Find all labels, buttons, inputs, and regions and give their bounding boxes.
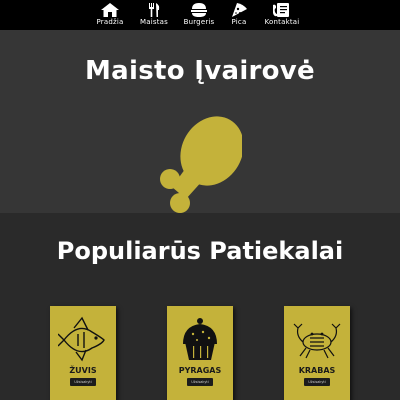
nav-item-pradzia[interactable]: Pradžia — [90, 3, 130, 29]
order-button[interactable]: Užsisakyti — [70, 378, 96, 386]
nav-item-burgeris[interactable]: Burgeris — [179, 3, 219, 29]
crab-icon — [293, 323, 341, 359]
nav-label: Maistas — [139, 18, 168, 26]
nav-label: Burgeris — [183, 18, 215, 26]
dish-card-pyragas: PYRAGAS Užsisakyti — [167, 306, 233, 400]
popular-section: Populiarūs Patiekalai ŽUVIS Užsisakyti P… — [0, 213, 400, 400]
pizza-icon — [232, 3, 247, 17]
top-navbar: Pradžia Maistas Burgeris Pica Kontaktai — [0, 0, 400, 30]
nav-item-maistas[interactable]: Maistas — [134, 3, 174, 29]
contact-icon — [273, 3, 289, 17]
hero-title: Maisto Įvairovė — [85, 56, 315, 86]
order-button[interactable]: Užsisakyti — [304, 378, 330, 386]
nav-item-pica[interactable]: Pica — [219, 3, 259, 29]
burger-icon — [191, 3, 207, 17]
nav-label: Pica — [231, 18, 247, 26]
order-button[interactable]: Užsisakyti — [187, 378, 213, 386]
dish-name: PYRAGAS — [178, 366, 222, 375]
section-title: Populiarūs Patiekalai — [56, 237, 344, 265]
hero-section: Maisto Įvairovė — [0, 30, 400, 213]
home-icon — [101, 3, 119, 17]
nav-label: Pradžia — [96, 18, 124, 26]
dish-card-krabas: KRABAS Užsisakyti — [284, 306, 350, 400]
dish-name: KRABAS — [298, 366, 336, 375]
nav-label: Kontaktai — [264, 18, 300, 26]
drumstick-icon — [160, 116, 242, 213]
dish-card-zuvis: ŽUVIS Užsisakyti — [50, 306, 116, 400]
cutlery-icon — [149, 3, 160, 17]
nav-item-kontaktai[interactable]: Kontaktai — [262, 3, 302, 29]
dish-name: ŽUVIS — [69, 366, 97, 375]
cupcake-icon — [183, 318, 217, 360]
fish-icon — [58, 316, 105, 362]
